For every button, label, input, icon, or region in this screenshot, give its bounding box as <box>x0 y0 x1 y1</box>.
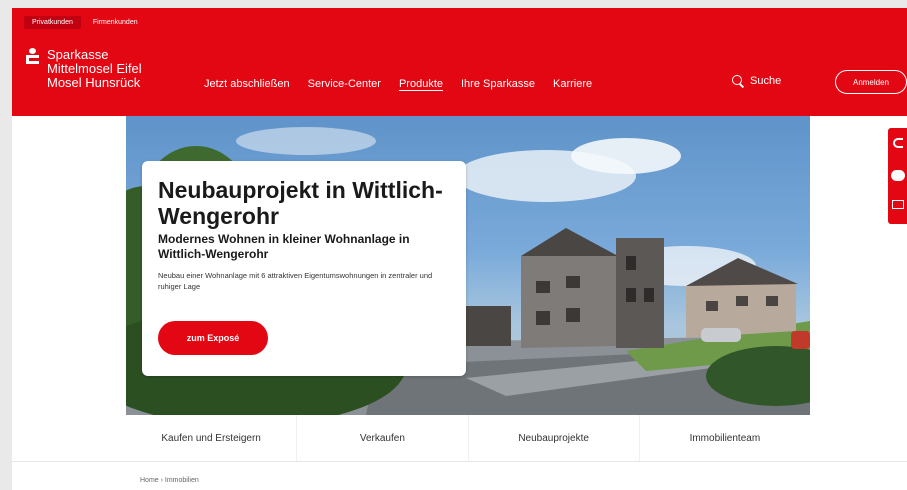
page: Privatkunden Firmenkunden Sparkasse Mitt… <box>12 8 907 490</box>
hero-subtitle: Modernes Wohnen in kleiner Wohnanlage in… <box>158 232 410 261</box>
nav-jetzt-abschliessen[interactable]: Jetzt abschließen <box>204 78 290 90</box>
breadcrumb[interactable]: Home › Immobilien <box>140 477 199 484</box>
nav-karriere[interactable]: Karriere <box>553 78 592 90</box>
nav-ihre-sparkasse[interactable]: Ihre Sparkasse <box>461 78 535 90</box>
tab-privatkunden[interactable]: Privatkunden <box>24 16 81 29</box>
logo-line-2: Mittelmosel Eifel <box>47 61 142 76</box>
hero-description: Neubau einer Wohnanlage mit 6 attraktive… <box>158 271 433 291</box>
login-button[interactable]: Anmelden <box>835 70 907 94</box>
nav-produkte[interactable]: Produkte <box>399 78 443 90</box>
hero-card: Neubauprojekt in Wittlich-Wengerohr Mode… <box>142 161 466 376</box>
subnav-neubauprojekte[interactable]: Neubauprojekte <box>469 415 640 461</box>
divider <box>12 461 907 462</box>
phone-icon[interactable] <box>893 138 903 148</box>
sparkasse-logo-icon <box>26 48 39 68</box>
subnav-immobilienteam[interactable]: Immobilienteam <box>640 415 810 461</box>
subnav-kaufen-ersteigern[interactable]: Kaufen und Ersteigern <box>126 415 298 461</box>
logo-line-3: Mosel Hunsrück <box>47 75 141 90</box>
search-button[interactable]: Suche <box>732 75 781 87</box>
chat-icon[interactable] <box>891 170 905 181</box>
nav-service-center[interactable]: Service-Center <box>308 78 381 90</box>
hero-title: Neubauprojekt in Wittlich-Wengerohr <box>158 177 443 229</box>
sparkasse-logo[interactable]: Sparkasse Mittelmosel Eifel Mosel Hunsrü… <box>26 48 142 90</box>
customer-segment-tabs: Privatkunden Firmenkunden <box>24 16 146 29</box>
main-navigation: Jetzt abschließen Service-Center Produkt… <box>204 78 592 90</box>
sub-navigation: Kaufen und Ersteigern Verkaufen Neubaupr… <box>126 415 810 461</box>
hero-banner: Neubauprojekt in Wittlich-Wengerohr Mode… <box>126 116 810 415</box>
contact-side-widget[interactable] <box>888 128 907 224</box>
search-label: Suche <box>750 75 782 87</box>
mail-icon[interactable] <box>892 200 904 209</box>
search-icon <box>732 75 744 87</box>
subnav-verkaufen[interactable]: Verkaufen <box>297 415 469 461</box>
logo-line-1: Sparkasse <box>47 47 109 62</box>
site-header: Privatkunden Firmenkunden Sparkasse Mitt… <box>12 8 907 116</box>
expose-button[interactable]: zum Exposé <box>158 321 268 355</box>
tab-firmenkunden[interactable]: Firmenkunden <box>85 16 146 29</box>
logo-text: Sparkasse Mittelmosel Eifel Mosel Hunsrü… <box>47 48 142 90</box>
